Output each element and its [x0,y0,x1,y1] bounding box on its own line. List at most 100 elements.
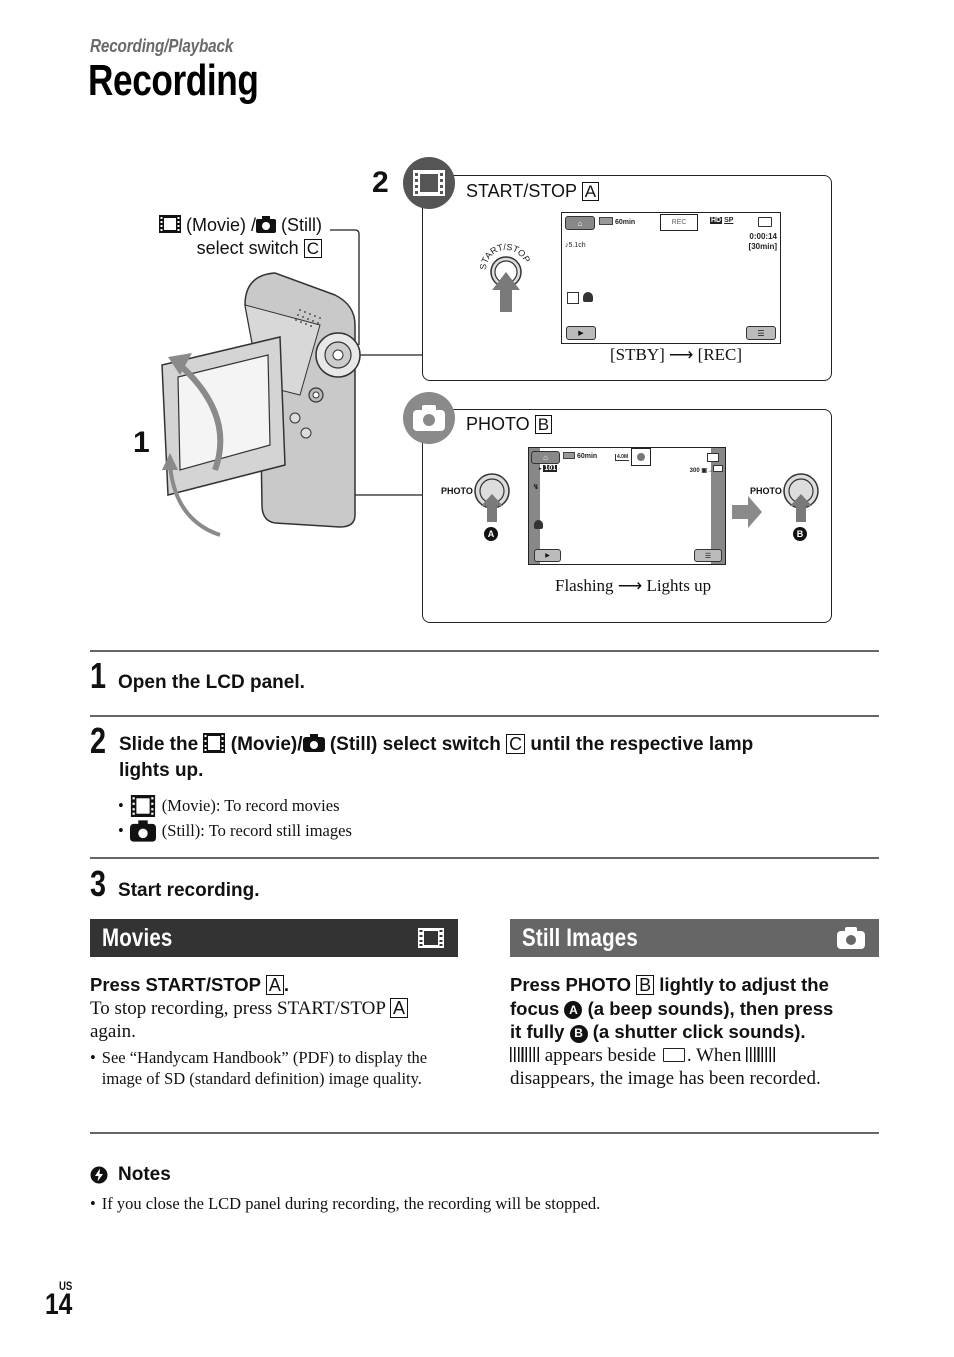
step-text: Slide the (Movie)/ (Still) select switch… [119,733,754,781]
photo-button-label-right: PHOTO [750,486,782,496]
bullet-item: • (Movie): To record movies [118,794,340,817]
movies-body: Press START/STOP A. To stop recording, p… [90,973,460,1089]
divider [90,857,879,859]
battery-indicator: 60min [599,217,635,226]
marker-b: B [569,1024,588,1043]
photo-caption: Flashing ⟶ Lights up [555,576,712,595]
callout-still: (Still) [281,215,322,235]
step-marker-1: 1 [133,426,150,459]
camera-icon [302,734,325,752]
step-1: 1 Open the LCD panel. [90,658,305,696]
label-b: B [534,415,553,434]
smile-detect-icon [583,292,593,302]
step-number: 3 [90,863,107,904]
divider [90,1132,879,1134]
playback-button[interactable]: ▶ [566,326,596,340]
smile-detect-icon [534,520,543,529]
movies-header: Movies [90,919,458,957]
play-icon: ▶ [545,553,550,559]
camera-icon [129,819,156,842]
label-a: A [390,997,409,1018]
options-button[interactable]: ☰ [746,326,776,340]
movie-badge [403,157,455,209]
caution-icon [90,1166,108,1184]
movie-panel-title: START/STOP A [466,181,600,202]
quality-indicator: HD SP [710,217,734,224]
battery-icon [563,452,575,459]
movie-lcd-screen: ⌂ 60min REC HD SP 0:00:14 [30min] ♪5.1ch… [561,212,781,344]
step-marker-2: 2 [372,166,389,199]
flash-icon: ↯ [533,484,539,491]
bullet-item: • (Still): To record still images [118,819,352,842]
arrow-right-icon: ⟶ [669,345,694,364]
divider [90,650,879,652]
playback-button[interactable]: ▶ [534,549,561,562]
still-instruction: Press PHOTO B lightly to adjust the focu… [510,974,834,1043]
step-3: 3 Start recording. [90,866,260,904]
movies-header-label: Movies [102,923,173,952]
movie-icon [158,215,181,233]
step-2-bullets: • (Movie): To record movies • (Still): T… [118,793,352,843]
start-stop-button[interactable]: START/STOP [476,238,536,314]
callout-line2: select switch [196,238,299,258]
arrow-right-icon: ⟶ [617,576,643,595]
divider [90,715,879,717]
options-icon: ☰ [704,552,712,560]
home-icon: ⌂ [577,218,583,228]
movies-bullet: • See “Handycam Handbook” (PDF) to displ… [90,1047,428,1088]
step-number: 1 [90,655,107,696]
photo-panel-title: PHOTO B [466,414,553,435]
notes-item: • If you close the LCD panel during reco… [90,1194,601,1213]
movie-icon [413,170,445,196]
options-icon: ☰ [757,328,765,338]
callout-movie: (Movie) / [185,215,256,235]
focus-lamp [631,448,651,466]
battery-indicator: 60min [563,452,597,460]
face-detect-icon [567,292,579,304]
still-images-header: Still Images [510,919,879,957]
movies-stop-text: To stop recording, press START/STOP A ag… [90,997,460,1043]
home-button[interactable]: ⌂ [531,451,560,464]
home-button[interactable]: ⌂ [565,216,595,230]
folder-indicator: ▸ 101 [539,465,558,472]
battery-icon [599,217,613,225]
home-icon: ⌂ [543,453,548,462]
photo-badge [403,392,455,444]
label-a: A [265,975,284,995]
camera-icon [413,405,445,431]
step-number: 2 [90,720,107,761]
page-number: 14 [45,1288,73,1321]
step-text: Open the LCD panel. [118,672,305,693]
label-b: B [636,975,655,995]
photo-full-press[interactable]: PHOTO B [749,472,829,546]
photo-lcd-screen: ⌂ 60min 4.0M ▸ 101 300 ▣→ ↯ ▶ ☰ [528,447,726,565]
marker-b: B [793,527,807,541]
recording-bars-icon [510,1046,540,1062]
audio-indicator: ♪5.1ch [565,242,586,249]
movies-instruction: Press START/STOP A. [90,974,289,995]
rec-indicator: REC [660,214,698,231]
marker-a: A [564,1001,583,1020]
label-a: A [581,182,600,201]
label-c: C [506,734,526,754]
media-icon [707,453,719,462]
shots-remaining: 300 ▣→ [690,465,723,474]
time-counter: 0:00:14 [749,232,777,241]
recording-bars-icon [746,1046,777,1062]
movie-caption: [STBY] ⟶ [REC] [610,345,743,364]
image-size: 4.0M [615,454,630,461]
camera-icon [837,927,865,949]
photo-half-press[interactable]: PHOTO A [440,472,520,546]
camera-icon: ▣ [701,468,707,474]
camcorder-illustration [161,272,361,537]
movie-icon [130,794,155,817]
label-c: C [303,239,322,258]
movie-icon [418,928,444,948]
diagram: (Movie) / (Still) select switch C 2 1 ST… [0,0,954,640]
options-button[interactable]: ☰ [694,549,722,562]
still-images-body: Press PHOTO B lightly to adjust the focu… [510,973,882,1090]
remaining-time: [30min] [748,242,777,251]
still-body-text: appears beside . When disappears, the im… [510,1044,821,1089]
movie-icon [203,733,226,753]
notes-heading: Notes [90,1164,171,1186]
